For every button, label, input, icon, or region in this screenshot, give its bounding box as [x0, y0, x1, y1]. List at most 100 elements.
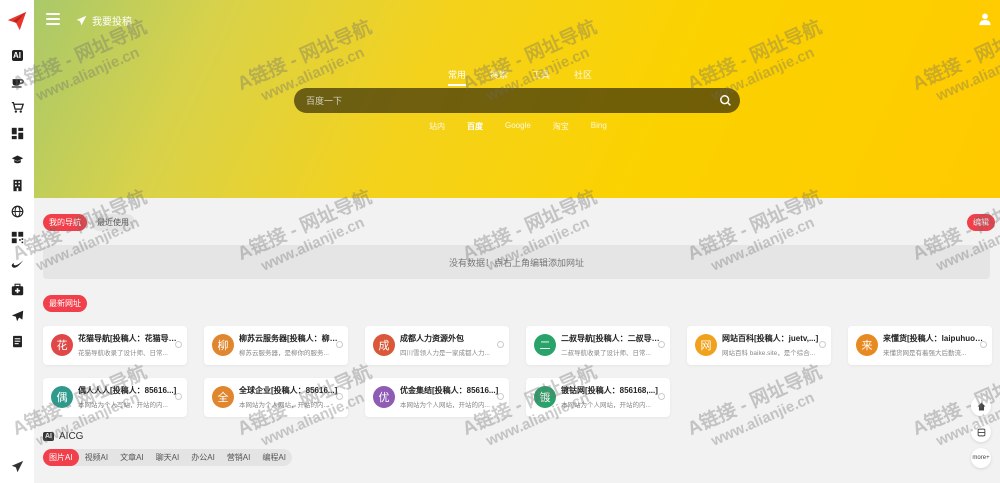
user-icon[interactable] [978, 12, 992, 26]
search-input[interactable] [306, 93, 706, 108]
engine-bing[interactable]: Bing [591, 121, 607, 132]
info-icon[interactable] [497, 393, 504, 400]
site-description: 来懂货网是有着强大后勤流... [883, 350, 967, 357]
sidebar-item-document[interactable] [8, 332, 26, 350]
site-description: 柳苏云服务器，是柳你的服务... [239, 350, 329, 357]
more-button[interactable]: more+ [971, 448, 991, 468]
site-card[interactable]: 二二叔导航[投稿人：二叔导航] 二叔导航收录了设计师、日常... [526, 326, 670, 365]
search-tab-search[interactable]: 搜索 [490, 68, 508, 86]
engine-taobao[interactable]: 淘宝 [553, 121, 569, 132]
site-card[interactable]: 偶偶人人人[投稿人：85616...] 本网站为个人写站，开站的内... [43, 378, 187, 417]
info-icon[interactable] [980, 341, 987, 348]
latest-tabs: 最新网址 [43, 295, 87, 312]
sidebar-item-qrcode[interactable] [8, 228, 26, 246]
sidebar-item-coffee[interactable] [8, 72, 26, 90]
ai-icon: AI [43, 432, 54, 441]
site-card[interactable]: 优优金集结[投稿人：85616...] 本网站为个人网站，开站的内... [365, 378, 509, 417]
search-tab-tools[interactable]: 工具 [532, 68, 550, 86]
info-icon[interactable] [336, 393, 343, 400]
list-icon [977, 428, 985, 436]
sidebar-item-ai[interactable]: AI [8, 46, 26, 64]
engine-google[interactable]: Google [505, 121, 531, 132]
site-card[interactable]: 来来懂货[投稿人：laipuhuo...] 来懂货网是有着强大后勤流... [848, 326, 992, 365]
search-category-tabs: 常用 搜索 工具 社区 [448, 68, 592, 86]
site-avatar: 花 [51, 334, 73, 356]
info-icon[interactable] [175, 341, 182, 348]
info-icon[interactable] [658, 393, 665, 400]
sidebar-item-building[interactable] [8, 176, 26, 194]
hamburger-menu-icon[interactable] [46, 13, 60, 25]
aicg-title: AICG [59, 431, 84, 442]
site-card[interactable]: 成成都人力资源外包 四川雪领人力是一家成都人力... [365, 326, 509, 365]
site-card[interactable]: 柳柳苏云服务器[投稿人：柳苏云] 柳苏云服务器，是柳你的服务... [204, 326, 348, 365]
engine-baidu[interactable]: 百度 [467, 121, 483, 132]
tab-marketing-ai[interactable]: 营销AI [221, 449, 257, 466]
qrcode-icon [11, 231, 23, 243]
tab-recent[interactable]: 最近使用 [91, 214, 135, 231]
sidebar-item-submit[interactable] [8, 457, 26, 475]
tab-image-ai[interactable]: 图片AI [43, 449, 79, 466]
site-description: 本网站为个人写站，开站的内... [78, 402, 168, 409]
tab-chat-ai[interactable]: 聊天AI [150, 449, 186, 466]
sidebar-item-cart[interactable] [8, 98, 26, 116]
info-icon[interactable] [336, 341, 343, 348]
tab-office-ai[interactable]: 办公AI [185, 449, 221, 466]
site-avatar: 网 [695, 334, 717, 356]
site-card[interactable]: 全全球企业[投稿人：85616...] 本网站为个人网站，开站的内... [204, 378, 348, 417]
site-avatar: 全 [212, 386, 234, 408]
toggle-layout-button[interactable] [971, 422, 991, 442]
search-icon[interactable] [719, 94, 732, 107]
sidebar-item-sports[interactable] [8, 254, 26, 272]
site-avatar: 二 [534, 334, 556, 356]
site-title: 二叔导航[投稿人：二叔导航] [561, 334, 661, 343]
edit-button[interactable]: 编辑 [967, 214, 995, 231]
sidebar-item-travel[interactable] [8, 306, 26, 324]
engine-site[interactable]: 站内 [429, 121, 445, 132]
site-card[interactable]: 网网站百科[投稿人：juetv,...] 网站百科 baike.site，是个综合… [687, 326, 831, 365]
sidebar-item-globe[interactable] [8, 202, 26, 220]
send-icon [11, 460, 23, 472]
info-icon[interactable] [658, 341, 665, 348]
site-card[interactable]: 花花猫导航[投稿人：花猫导航] 花猫导航收录了设计师、日常... [43, 326, 187, 365]
search-box [294, 88, 740, 113]
tab-article-ai[interactable]: 文章AI [114, 449, 150, 466]
info-icon[interactable] [819, 341, 826, 348]
site-description: 四川雪领人力是一家成都人力... [400, 350, 490, 357]
top-bar: 我要投稿 [34, 0, 1000, 40]
watermark-text: A链接 - 网址导航 www.alianjie.cn [684, 362, 825, 450]
hero-banner: 我要投稿 常用 搜索 工具 社区 站内 百度 Google 淘宝 Bing [34, 0, 1000, 198]
site-avatar: 偶 [51, 386, 73, 408]
info-icon[interactable] [497, 341, 504, 348]
info-icon[interactable] [175, 393, 182, 400]
sidebar-item-education[interactable] [8, 150, 26, 168]
ai-icon: AI [11, 49, 23, 61]
tab-my-nav[interactable]: 我的导航 [43, 214, 87, 231]
globe-icon [11, 205, 23, 217]
site-description: 二叔导航收录了设计师、日常... [561, 350, 651, 357]
cart-icon [11, 101, 24, 113]
site-title: 网站百科[投稿人：juetv,...] [722, 334, 819, 343]
site-description: 网站百科 baike.site，是个综合... [722, 350, 816, 357]
sidebar-item-grid[interactable] [8, 124, 26, 142]
site-title: 镀钴网[投稿人：856168,...] [561, 386, 658, 395]
tab-latest-sites[interactable]: 最新网址 [43, 295, 87, 312]
site-avatar: 优 [373, 386, 395, 408]
tab-video-ai[interactable]: 视频AI [79, 449, 115, 466]
tab-coding-ai[interactable]: 编程AI [256, 449, 292, 466]
site-description: 本网站为个人网站，开站的内... [561, 402, 651, 409]
sidebar-item-medical[interactable] [8, 280, 26, 298]
site-title: 优金集结[投稿人：85616...] [400, 386, 499, 395]
search-engine-list: 站内 百度 Google 淘宝 Bing [429, 121, 607, 132]
paper-plane-logo-icon[interactable] [6, 10, 28, 32]
search-tab-community[interactable]: 社区 [574, 68, 592, 86]
search-tab-common[interactable]: 常用 [448, 68, 467, 86]
home-icon [977, 402, 985, 410]
home-button[interactable] [971, 396, 991, 416]
favorites-tabs: 我的导航 最近使用 [43, 214, 135, 231]
site-card[interactable]: 镀镀钴网[投稿人：856168,...] 本网站为个人网站，开站的内... [526, 378, 670, 417]
coffee-icon [11, 78, 24, 88]
swoosh-icon [11, 259, 23, 268]
site-title: 成都人力资源外包 [400, 334, 464, 343]
medkit-icon [11, 283, 23, 295]
submit-site-link[interactable]: 我要投稿 [76, 13, 132, 28]
